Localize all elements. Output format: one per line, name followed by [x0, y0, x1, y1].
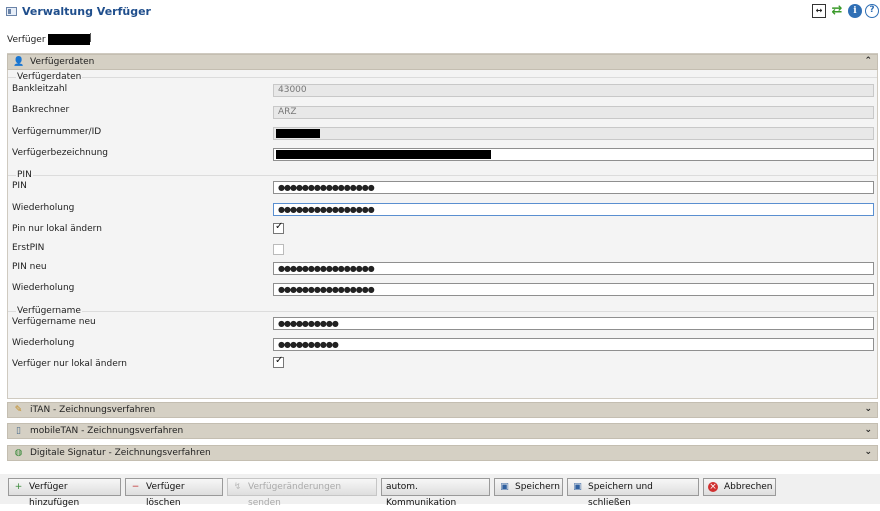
panel-title: Verfügerdaten: [30, 57, 95, 67]
erstpin-checkbox[interactable]: [273, 244, 284, 255]
expand-chevron-icon[interactable]: ⌄: [864, 425, 872, 435]
verfuegernummer-field: [273, 127, 874, 140]
collapse-icon[interactable]: ⌃: [864, 56, 872, 66]
verfuegerbezeichnung-label: Verfügerbezeichnung: [12, 148, 109, 158]
pin-field[interactable]: ●●●●●●●●●●●●●●●●: [273, 181, 874, 194]
verfuegernummer-label: Verfügernummer/ID: [12, 127, 102, 137]
pin-neu-label: PIN neu: [12, 262, 47, 272]
owner-redacted: [48, 34, 90, 45]
auto-communication-button[interactable]: autom. Kommunikation: [381, 478, 490, 508]
window-header: Verwaltung Verfüger ↔ ⇄ i ?: [0, 0, 880, 24]
panel-title: mobileTAN - Zeichnungsverfahren: [30, 426, 184, 436]
section-verfuegername: [8, 311, 877, 312]
section-title: PIN: [16, 170, 33, 180]
pin-lokal-checkbox[interactable]: ✓: [273, 221, 284, 234]
section-title: Verfügerdaten: [16, 72, 83, 82]
pin-label: PIN: [12, 181, 27, 191]
bankrechner-field: ARZ: [273, 106, 874, 119]
bankleitzahl-label: Bankleitzahl: [12, 84, 68, 94]
signature-icon: ◍: [14, 448, 23, 458]
verfuegername-neu-label: Verfügername neu: [12, 317, 96, 327]
add-verfueger-button[interactable]: + Verfüger hinzufügen: [8, 478, 121, 508]
redacted-value: [276, 129, 320, 138]
delete-verfueger-button[interactable]: − Verfüger löschen: [125, 478, 223, 508]
phone-icon: ▯: [16, 426, 21, 436]
window-icon: [6, 7, 17, 16]
user-icon: 👤: [13, 57, 25, 67]
add-user-icon: +: [14, 482, 23, 492]
verfueger-lokal-checkbox[interactable]: ✓: [273, 355, 284, 368]
send-changes-button[interactable]: ↯ Verfügeränderungen senden: [227, 478, 377, 508]
panel-header-signatur[interactable]: ◍ Digitale Signatur - Zeichnungsverfahre…: [7, 445, 878, 461]
verfuegerbezeichnung-field[interactable]: [273, 148, 874, 161]
save-and-close-button[interactable]: ▣ Speichern und schließen: [567, 478, 699, 508]
panel-header-verfuegerdaten[interactable]: 👤 Verfügerdaten ⌃: [7, 54, 878, 70]
pin-neu-field[interactable]: ●●●●●●●●●●●●●●●●: [273, 262, 874, 275]
expand-chevron-icon[interactable]: ⌄: [864, 447, 872, 457]
pin-wiederholung-label: Wiederholung: [12, 203, 75, 213]
save-button[interactable]: ▣ Speichern: [494, 478, 563, 496]
panel-title: iTAN - Zeichnungsverfahren: [30, 405, 156, 415]
send-icon: ↯: [233, 482, 242, 492]
verfuegername-wiederholung-field[interactable]: ●●●●●●●●●●: [273, 338, 874, 351]
remove-user-icon: −: [131, 482, 140, 492]
section-title: Verfügername: [16, 306, 82, 316]
expand-icon[interactable]: ↔: [812, 4, 826, 18]
verfuegername-wiederholung-label: Wiederholung: [12, 338, 75, 348]
owner-label: Verfüger: [7, 35, 46, 45]
section-verfuegerdaten: [8, 77, 877, 78]
verfuegername-neu-field[interactable]: ●●●●●●●●●●: [273, 317, 874, 330]
bankleitzahl-field: 43000: [273, 84, 874, 97]
pencil-icon: ✎: [14, 405, 23, 415]
pin-neu-wiederholung-field[interactable]: ●●●●●●●●●●●●●●●●: [273, 283, 874, 296]
verfueger-lokal-label: Verfüger nur lokal ändern: [12, 359, 128, 369]
help-icon[interactable]: ?: [865, 4, 879, 18]
panel-title: Digitale Signatur - Zeichnungsverfahren: [30, 448, 211, 458]
bankrechner-label: Bankrechner: [12, 105, 70, 115]
cancel-button[interactable]: × Abbrechen: [703, 478, 776, 496]
cancel-icon: ×: [708, 482, 718, 492]
pin-neu-wiederholung-label: Wiederholung: [12, 283, 75, 293]
page-title: Verwaltung Verfüger: [22, 5, 151, 18]
expand-chevron-icon[interactable]: ⌄: [864, 404, 872, 414]
panel-header-mobiletan[interactable]: ▯ mobileTAN - Zeichnungsverfahren ⌄: [7, 423, 878, 439]
refresh-icon[interactable]: ⇄: [830, 4, 844, 18]
erstpin-label: ErstPIN: [12, 243, 45, 253]
pin-lokal-label: Pin nur lokal ändern: [12, 224, 102, 234]
info-icon[interactable]: i: [848, 4, 862, 18]
save-icon: ▣: [573, 482, 582, 492]
pin-wiederholung-field[interactable]: ●●●●●●●●●●●●●●●●: [273, 203, 874, 216]
panel-header-itan[interactable]: ✎ iTAN - Zeichnungsverfahren ⌄: [7, 402, 878, 418]
owner-bracket: |: [89, 33, 93, 43]
redacted-value: [276, 150, 491, 159]
section-pin: [8, 175, 877, 176]
save-icon: ▣: [500, 482, 509, 492]
